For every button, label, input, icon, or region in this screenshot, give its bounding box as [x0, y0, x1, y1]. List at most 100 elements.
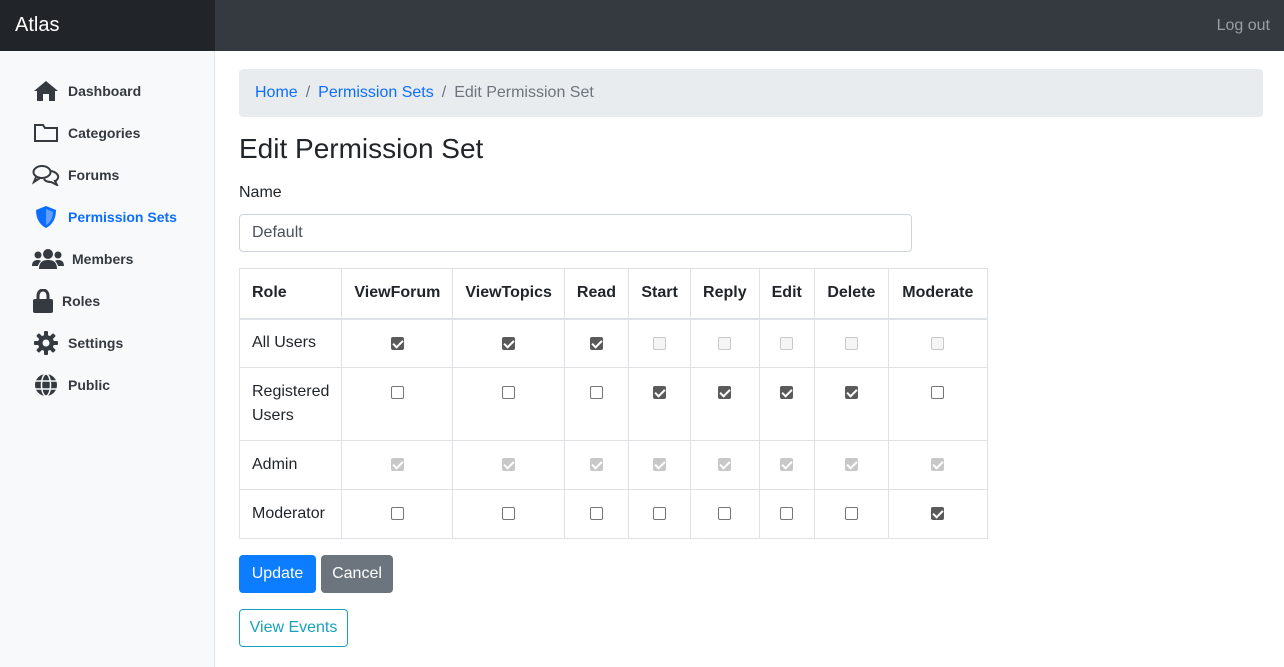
sidebar-item-roles[interactable]: Roles	[32, 286, 100, 316]
table-row: All Users	[238, 318, 988, 368]
read-checkbox[interactable]	[589, 386, 603, 400]
edit-checkbox	[780, 458, 794, 472]
column-header-role: Role	[238, 268, 343, 320]
folder-icon	[32, 120, 60, 146]
reply-checkbox	[718, 336, 732, 350]
read-checkbox	[589, 458, 603, 472]
cancel-button[interactable]: Cancel	[321, 555, 393, 593]
viewforum-checkbox[interactable]	[390, 386, 404, 400]
permission-cell	[690, 318, 760, 368]
permission-cell	[563, 318, 630, 368]
permission-cell	[887, 367, 988, 441]
sidebar-item-members[interactable]: Members	[32, 244, 133, 274]
name-input[interactable]	[239, 214, 912, 252]
sidebar-item-settings[interactable]: Settings	[32, 328, 123, 358]
viewforum-checkbox[interactable]	[390, 336, 404, 350]
delete-checkbox[interactable]	[844, 507, 858, 521]
sidebar: Dashboard Categories Forums Permission S…	[0, 51, 215, 667]
permission-cell	[628, 318, 692, 368]
reply-checkbox[interactable]	[718, 507, 732, 521]
sidebar-item-permission-sets[interactable]: Permission Sets	[32, 202, 177, 232]
permission-cell	[341, 318, 454, 368]
column-header-delete: Delete	[813, 268, 889, 320]
column-header-viewforum: ViewForum	[341, 268, 454, 320]
role-name-cell: Admin	[238, 440, 343, 490]
sidebar-item-forums[interactable]: Forums	[32, 160, 119, 190]
permission-cell	[628, 367, 692, 441]
breadcrumb-home-link[interactable]: Home	[255, 84, 298, 102]
column-header-reply: Reply	[690, 268, 760, 320]
sidebar-item-label: Permission Sets	[68, 209, 177, 225]
sidebar-item-categories[interactable]: Categories	[32, 118, 140, 148]
permission-cell	[813, 440, 889, 490]
edit-checkbox[interactable]	[780, 386, 794, 400]
page-title: Edit Permission Set	[239, 133, 484, 164]
permission-table: Role ViewForum ViewTopics Read Start Rep…	[238, 268, 988, 539]
shield-icon	[32, 204, 60, 230]
permission-cell	[341, 367, 454, 441]
breadcrumb-separator: /	[305, 84, 311, 101]
viewforum-checkbox[interactable]	[390, 507, 404, 521]
edit-checkbox[interactable]	[780, 507, 794, 521]
gear-icon	[32, 330, 60, 356]
permission-cell	[758, 489, 815, 539]
users-icon	[32, 246, 64, 272]
update-button[interactable]: Update	[239, 555, 316, 593]
viewtopics-checkbox[interactable]	[502, 507, 516, 521]
sidebar-item-label: Roles	[62, 293, 101, 309]
delete-checkbox[interactable]	[844, 386, 858, 400]
delete-checkbox	[844, 458, 858, 472]
sidebar-item-dashboard[interactable]: Dashboard	[32, 76, 141, 106]
viewtopics-checkbox	[502, 458, 516, 472]
permission-cell	[813, 489, 889, 539]
viewforum-checkbox	[390, 458, 404, 472]
start-checkbox	[653, 336, 667, 350]
column-header-read: Read	[563, 268, 630, 320]
permission-cell	[563, 489, 630, 539]
reply-checkbox[interactable]	[718, 386, 732, 400]
sidebar-item-label: Public	[68, 377, 111, 393]
edit-checkbox	[780, 336, 794, 350]
logout-link[interactable]: Log out	[1217, 0, 1270, 51]
top-navbar: Atlas Log out	[0, 0, 1284, 51]
comments-icon	[32, 162, 60, 188]
sidebar-item-label: Dashboard	[68, 83, 142, 99]
permission-cell	[758, 440, 815, 490]
read-checkbox[interactable]	[589, 336, 603, 350]
permission-cell	[628, 440, 692, 490]
lock-icon	[32, 288, 54, 314]
permission-cell	[628, 489, 692, 539]
start-checkbox[interactable]	[653, 507, 667, 521]
moderate-checkbox	[931, 458, 945, 472]
sidebar-item-public[interactable]: Public	[32, 370, 110, 400]
permission-cell	[813, 367, 889, 441]
view-events-button[interactable]: View Events	[239, 609, 348, 647]
moderate-checkbox[interactable]	[931, 386, 945, 400]
permission-cell	[452, 367, 565, 441]
permission-cell	[887, 489, 988, 539]
globe-icon	[32, 372, 60, 398]
column-header-viewtopics: ViewTopics	[452, 268, 565, 320]
start-checkbox[interactable]	[653, 386, 667, 400]
role-name-cell: All Users	[238, 318, 343, 368]
permission-cell	[563, 367, 630, 441]
table-row: Registered Users	[238, 367, 988, 441]
home-icon	[32, 78, 60, 104]
moderate-checkbox	[931, 336, 945, 350]
sidebar-item-label: Forums	[68, 167, 120, 183]
permission-cell	[452, 318, 565, 368]
permission-cell	[341, 489, 454, 539]
start-checkbox	[653, 458, 667, 472]
permission-cell	[813, 318, 889, 368]
column-header-start: Start	[628, 268, 692, 320]
breadcrumb-permission-sets-link[interactable]: Permission Sets	[318, 84, 434, 102]
viewtopics-checkbox[interactable]	[502, 336, 516, 350]
reply-checkbox	[718, 458, 732, 472]
permission-cell	[452, 489, 565, 539]
viewtopics-checkbox[interactable]	[502, 386, 516, 400]
read-checkbox[interactable]	[589, 507, 603, 521]
permission-cell	[341, 440, 454, 490]
permission-cell	[452, 440, 565, 490]
moderate-checkbox[interactable]	[931, 507, 945, 521]
brand-logo[interactable]: Atlas	[0, 0, 215, 51]
